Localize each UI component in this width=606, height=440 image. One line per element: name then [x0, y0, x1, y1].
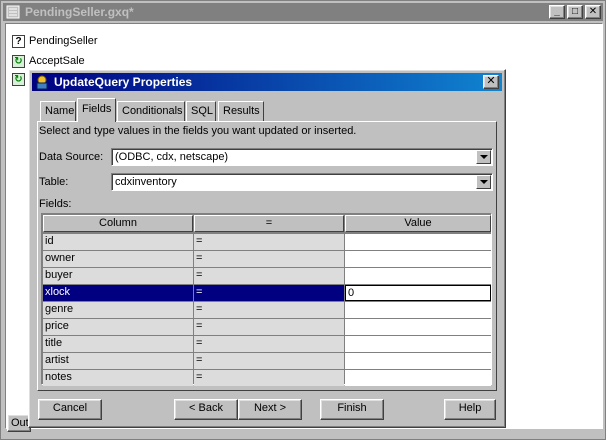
- fields-grid[interactable]: Column = Value id = owner = buyer = xlock = 0 gen…: [41, 213, 492, 386]
- grid-cell-value[interactable]: [345, 319, 491, 335]
- table-label: Table:: [39, 176, 69, 188]
- refresh-icon: ↻: [12, 73, 25, 86]
- grid-cell-column[interactable]: title: [43, 336, 193, 352]
- next-button[interactable]: Next >: [238, 399, 302, 420]
- chevron-down-icon[interactable]: [476, 150, 491, 164]
- refresh-icon: ↻: [12, 55, 25, 68]
- grid-cell-column[interactable]: notes: [43, 370, 193, 386]
- tree-item-label: AcceptSale: [29, 55, 85, 67]
- grid-cell-operator[interactable]: =: [194, 302, 344, 318]
- data-source-value: (ODBC, cdx, netscape): [115, 151, 229, 163]
- grid-cell-operator[interactable]: =: [194, 234, 344, 250]
- data-source-select[interactable]: (ODBC, cdx, netscape): [111, 148, 493, 166]
- grid-cell-column[interactable]: xlock: [43, 285, 193, 301]
- grid-cell-column[interactable]: genre: [43, 302, 193, 318]
- grid-cell-operator[interactable]: =: [194, 336, 344, 352]
- grid-cell-column[interactable]: artist: [43, 353, 193, 369]
- tab-conditionals[interactable]: Conditionals: [117, 101, 185, 121]
- grid-cell-value[interactable]: [345, 370, 491, 386]
- column-header-value[interactable]: Value: [345, 215, 491, 232]
- tab-sql[interactable]: SQL: [186, 101, 216, 121]
- finish-button[interactable]: Finish: [320, 399, 384, 420]
- table-select[interactable]: cdxinventory: [111, 173, 493, 191]
- back-button[interactable]: < Back: [174, 399, 238, 420]
- grid-cell-column[interactable]: owner: [43, 251, 193, 267]
- main-window-titlebar[interactable]: PendingSeller.gxq* _ □ ✕: [3, 3, 603, 21]
- help-button[interactable]: Help: [444, 399, 496, 420]
- grid-cell-value[interactable]: [345, 302, 491, 318]
- grid-cell-column[interactable]: id: [43, 234, 193, 250]
- tab-fields[interactable]: Fields: [77, 98, 116, 122]
- value-edit-field[interactable]: 0: [345, 285, 491, 301]
- grid-cell-operator[interactable]: =: [194, 370, 344, 386]
- document-icon: [6, 5, 20, 19]
- grid-cell-operator[interactable]: =: [194, 319, 344, 335]
- tree-item-label: PendingSeller: [29, 35, 98, 47]
- fields-label: Fields:: [39, 198, 72, 210]
- tab-results[interactable]: Results: [218, 101, 264, 121]
- grid-cell-value[interactable]: [345, 251, 491, 267]
- cancel-button[interactable]: Cancel: [38, 399, 102, 420]
- grid-cell-operator[interactable]: =: [194, 251, 344, 267]
- maximize-button[interactable]: □: [567, 5, 583, 19]
- grid-cell-value[interactable]: [345, 234, 491, 250]
- grid-cell-operator[interactable]: =: [194, 285, 344, 301]
- minimize-button[interactable]: _: [549, 5, 565, 19]
- tab-name[interactable]: Name: [40, 101, 76, 121]
- table-value: cdxinventory: [115, 176, 177, 188]
- dialog-titlebar[interactable]: UpdateQuery Properties ✕: [32, 73, 502, 91]
- grid-cell-value[interactable]: [345, 268, 491, 284]
- dialog-close-button[interactable]: ✕: [483, 75, 499, 89]
- grid-cell-value[interactable]: [345, 353, 491, 369]
- main-window-title: PendingSeller.gxq*: [25, 5, 134, 19]
- updatequery-properties-dialog: UpdateQuery Properties ✕ Name Fields Con…: [28, 69, 506, 428]
- query-icon: ?: [12, 35, 25, 48]
- grid-cell-operator[interactable]: =: [194, 268, 344, 284]
- query-properties-icon: [36, 75, 48, 90]
- column-header-column[interactable]: Column: [43, 215, 193, 232]
- grid-cell-value[interactable]: [345, 336, 491, 352]
- grid-cell-operator[interactable]: =: [194, 353, 344, 369]
- grid-cell-column[interactable]: price: [43, 319, 193, 335]
- grid-cell-column[interactable]: buyer: [43, 268, 193, 284]
- instruction-text: Select and type values in the fields you…: [39, 125, 357, 137]
- data-source-label: Data Source:: [39, 151, 104, 163]
- chevron-down-icon[interactable]: [476, 175, 491, 189]
- close-button[interactable]: ✕: [585, 5, 601, 19]
- dialog-title: UpdateQuery Properties: [54, 75, 193, 89]
- column-header-operator[interactable]: =: [194, 215, 344, 232]
